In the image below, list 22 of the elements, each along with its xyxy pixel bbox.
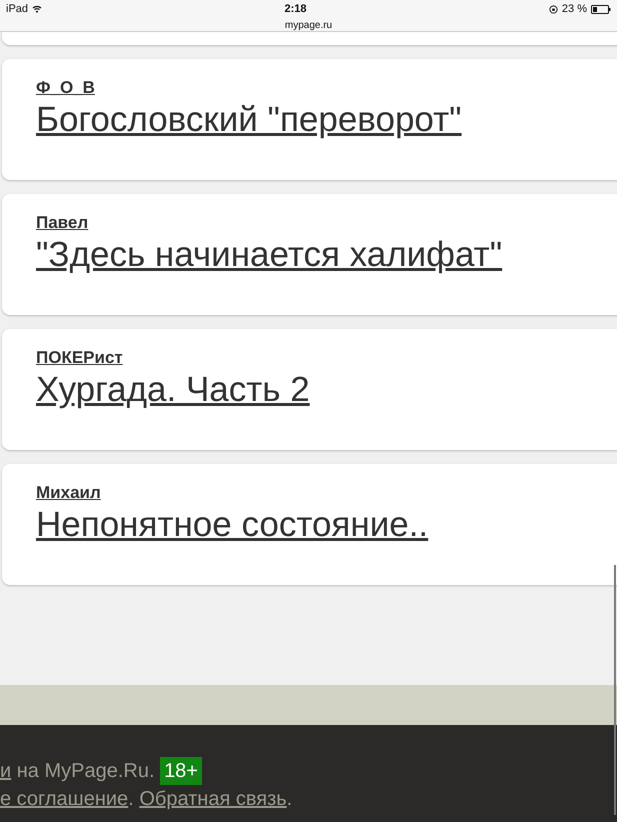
url-text: mypage.ru xyxy=(284,19,334,33)
device-name: iPad xyxy=(6,2,28,17)
rotation-lock-icon xyxy=(548,4,558,14)
post-title-link[interactable]: Хургада. Часть 2 xyxy=(36,371,310,410)
footer-text: . xyxy=(128,788,135,810)
footer-link[interactable]: и xyxy=(0,760,12,782)
footer-link[interactable]: Обратная связь xyxy=(139,788,287,810)
author-link[interactable]: ПОКЕРист xyxy=(36,345,123,370)
footer-text: на MyPage.Ru. xyxy=(16,760,156,782)
footer-link[interactable]: е соглашение xyxy=(0,788,128,810)
post-title-link[interactable]: Непонятное состояние.. xyxy=(36,506,428,544)
post-title-link[interactable]: Богословский "переворот" xyxy=(36,101,462,140)
author-link[interactable]: Павел xyxy=(36,210,88,236)
battery-icon xyxy=(590,4,611,14)
footer-text: . xyxy=(286,788,292,810)
battery-percent: 23 % xyxy=(562,2,587,17)
wifi-icon xyxy=(32,5,42,13)
author-link[interactable]: Михаил xyxy=(36,480,101,506)
clock-time: 2:18 xyxy=(284,2,306,17)
post-title-link[interactable]: "Здесь начинается халифат" xyxy=(36,236,502,274)
author-link[interactable]: Ф_О_В xyxy=(36,75,95,100)
age-rating-badge: 18+ xyxy=(160,757,202,785)
